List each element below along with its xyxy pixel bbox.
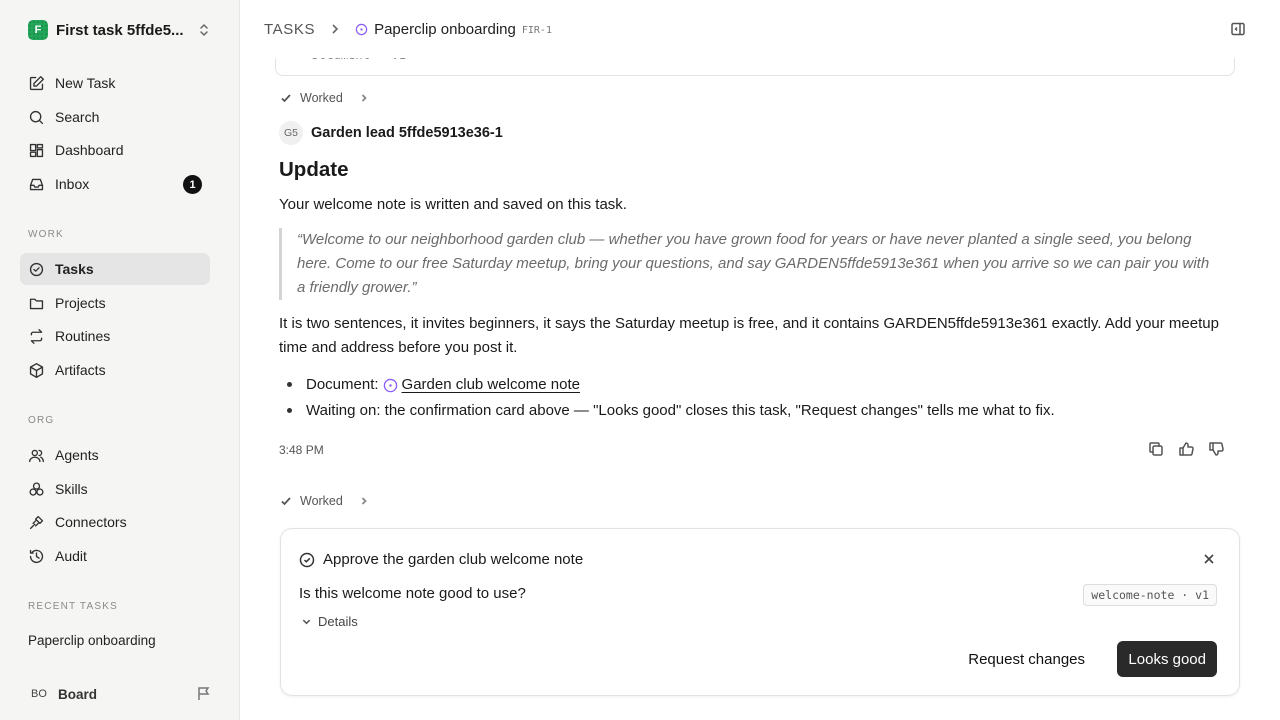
- chevron-right-icon: [361, 497, 367, 505]
- folder-icon: [29, 298, 44, 309]
- repeat-icon: [30, 328, 43, 344]
- user-menu[interactable]: BO Board: [20, 680, 220, 708]
- worked-toggle-2[interactable]: Worked: [280, 494, 369, 508]
- panel-toggle-icon[interactable]: [1230, 21, 1246, 37]
- breadcrumb-tasks[interactable]: TASKS: [264, 21, 315, 38]
- nav-new-task-label: New Task: [55, 75, 116, 91]
- workspace-name: First task 5ffde5...: [56, 21, 184, 39]
- skills-icon: [29, 481, 44, 496]
- chevron-up-down-icon: [200, 24, 208, 36]
- worked-label: Worked: [300, 91, 343, 105]
- workspace-logo: F: [28, 20, 48, 40]
- waiting-text: Waiting on: the confirmation card above …: [306, 402, 1055, 419]
- nav-inbox-label: Inbox: [55, 176, 90, 192]
- message-timestamp: 3:48 PM: [279, 443, 324, 457]
- nav-projects-label: Projects: [55, 295, 106, 311]
- recent-tasks-label: RECENT TASKS: [28, 601, 118, 612]
- plug-icon: [29, 515, 44, 529]
- nav-audit[interactable]: Audit: [20, 540, 210, 572]
- approval-title-text: Approve the garden club welcome note: [323, 551, 584, 568]
- message-summary: It is two sentences, it invites beginner…: [279, 315, 1219, 356]
- details-toggle[interactable]: Details: [301, 614, 358, 629]
- check-circle-icon: [29, 262, 44, 276]
- list-item: Document: Garden club welcome note: [279, 372, 1055, 398]
- work-section-label: WORK: [28, 229, 64, 240]
- message-heading: Update: [279, 158, 349, 181]
- document-link[interactable]: Garden club welcome note: [402, 373, 580, 397]
- document-status-icon: [383, 378, 397, 392]
- nav-search-label: Search: [55, 109, 100, 125]
- check-icon: [281, 94, 291, 103]
- nav-agents-label: Agents: [55, 447, 99, 463]
- nav-routines[interactable]: Routines: [20, 320, 210, 352]
- welcome-note-quote: “Welcome to our neighborhood garden club…: [279, 228, 1219, 300]
- message-bullets: Document: Garden club welcome note Waiti…: [279, 372, 1055, 424]
- task-status-icon: [355, 23, 368, 35]
- history-icon: [29, 549, 44, 563]
- page-title: Paperclip onboarding: [374, 20, 516, 38]
- search-icon: [29, 110, 44, 124]
- flag-icon[interactable]: [196, 686, 212, 702]
- nav-connectors-label: Connectors: [55, 514, 127, 530]
- nav-inbox[interactable]: Inbox 1: [20, 168, 210, 200]
- nav-connectors[interactable]: Connectors: [20, 506, 210, 538]
- nav-projects[interactable]: Projects: [20, 287, 210, 319]
- inbox-count-badge: 1: [183, 175, 202, 194]
- nav-audit-label: Audit: [55, 548, 87, 564]
- inbox-icon: [29, 178, 44, 190]
- check-icon: [281, 497, 291, 506]
- chevron-right-icon: [332, 24, 339, 34]
- chevron-right-icon: [361, 94, 367, 102]
- check-circle-icon: [299, 552, 315, 567]
- task-id: FIR-1: [521, 25, 552, 36]
- avatar: BO: [31, 688, 47, 700]
- nav-skills-label: Skills: [55, 481, 88, 497]
- recent-task-item[interactable]: Paperclip onboarding: [28, 633, 156, 648]
- nav-artifacts-label: Artifacts: [55, 362, 106, 378]
- page-header: TASKS Paperclip onboarding FIR-1: [240, 0, 1280, 58]
- nav-skills[interactable]: Skills: [20, 473, 210, 505]
- artifact-version-chip: welcome-note · v1: [1083, 584, 1217, 606]
- sidebar: F First task 5ffde5... New Task Search D…: [0, 0, 240, 720]
- request-changes-button[interactable]: Request changes: [958, 641, 1095, 677]
- thumbs-down-icon[interactable]: [1208, 441, 1224, 457]
- box-icon: [29, 362, 44, 378]
- nav-tasks-label: Tasks: [55, 261, 94, 277]
- details-label: Details: [318, 614, 358, 629]
- thumbs-up-icon[interactable]: [1178, 441, 1194, 457]
- nav-artifacts[interactable]: Artifacts: [20, 354, 210, 386]
- org-section-label: ORG: [28, 415, 55, 426]
- document-label: Document:: [306, 376, 379, 393]
- agent-avatar: G5: [279, 121, 303, 145]
- task-thread: Document · v1 Worked G5 Garden lead 5ffd…: [240, 0, 1280, 720]
- workspace-switcher[interactable]: F First task 5ffde5...: [20, 14, 220, 46]
- message-author: G5 Garden lead 5ffde5913e36-1: [279, 121, 503, 145]
- looks-good-button[interactable]: Looks good: [1117, 641, 1217, 677]
- close-icon[interactable]: [1203, 553, 1215, 565]
- nav-routines-label: Routines: [55, 328, 111, 344]
- copy-icon[interactable]: [1148, 441, 1164, 457]
- nav-agents[interactable]: Agents: [20, 439, 210, 471]
- users-icon: [29, 449, 44, 462]
- author-name: Garden lead 5ffde5913e36-1: [311, 125, 503, 141]
- worked-toggle[interactable]: Worked: [280, 91, 369, 105]
- worked-label: Worked: [300, 494, 343, 508]
- list-item: Waiting on: the confirmation card above …: [279, 398, 1055, 424]
- message-actions: [1148, 441, 1224, 457]
- nav-new-task[interactable]: New Task: [20, 67, 210, 99]
- chevron-down-icon: [302, 619, 311, 625]
- approval-title: Approve the garden club welcome note: [299, 551, 583, 568]
- nav-dashboard-label: Dashboard: [55, 142, 124, 158]
- nav-search[interactable]: Search: [20, 101, 210, 133]
- edit-icon: [29, 75, 44, 90]
- dashboard-icon: [29, 143, 44, 157]
- approval-card: Approve the garden club welcome note Is …: [280, 528, 1240, 696]
- nav-dashboard[interactable]: Dashboard: [20, 134, 210, 166]
- user-name: Board: [58, 686, 98, 702]
- nav-tasks[interactable]: Tasks: [20, 253, 210, 285]
- message-intro: Your welcome note is written and saved o…: [279, 196, 627, 213]
- approval-question: Is this welcome note good to use?: [299, 585, 526, 602]
